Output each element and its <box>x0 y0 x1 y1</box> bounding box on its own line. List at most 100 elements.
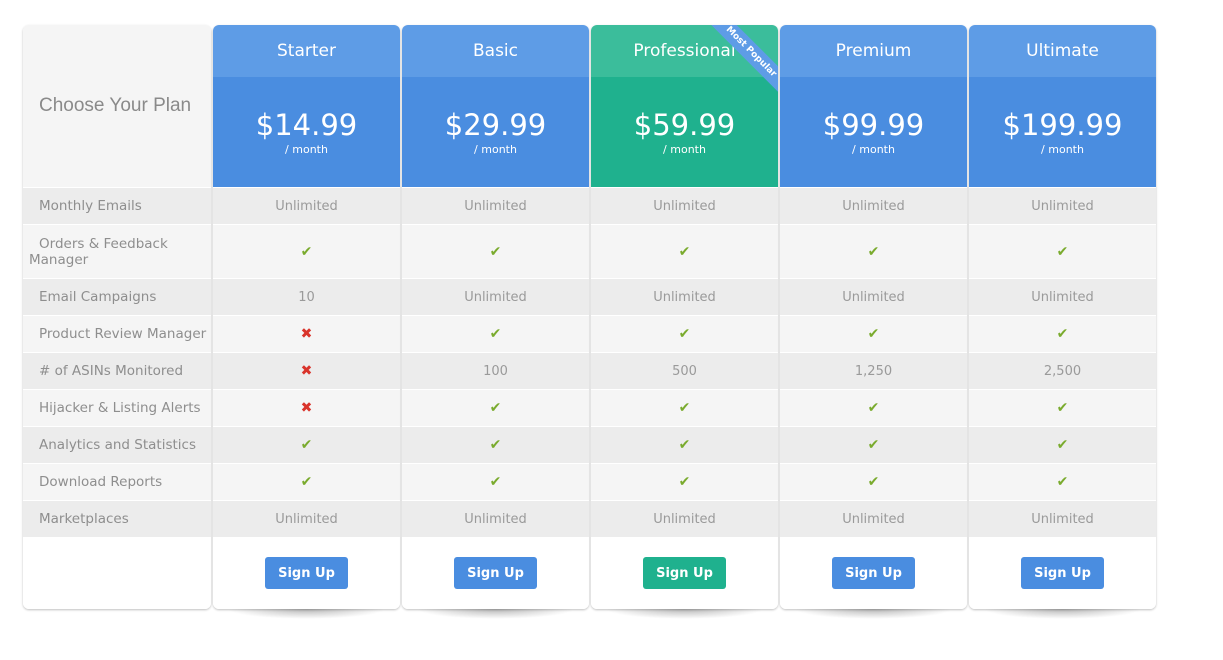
feature-cell: Unlimited <box>213 187 400 224</box>
check-icon: ✔ <box>1056 437 1069 453</box>
feature-cell: ✔ <box>780 389 967 426</box>
check-icon: ✔ <box>300 474 313 490</box>
sign-up-button-professional[interactable]: Sign Up <box>643 557 726 589</box>
check-icon: ✔ <box>678 474 691 490</box>
card-shadow <box>416 609 575 619</box>
feature-cell: ✔ <box>402 463 589 500</box>
feature-cell: Unlimited <box>591 278 778 315</box>
plan-footer: Sign Up <box>969 537 1156 609</box>
check-icon: ✔ <box>1056 400 1069 416</box>
feature-cell: ✔ <box>591 463 778 500</box>
feature-cell: ✔ <box>402 426 589 463</box>
check-icon: ✔ <box>300 243 313 260</box>
feature-cell: Unlimited <box>591 500 778 537</box>
plan-price-block: $14.99/ month <box>213 77 400 187</box>
check-icon: ✔ <box>1056 474 1069 490</box>
feature-cell: ✔ <box>402 224 589 278</box>
feature-cell: Unlimited <box>402 187 589 224</box>
feature-label: Email Campaigns <box>23 278 211 315</box>
feature-label: Orders & Feedback Manager <box>23 224 211 278</box>
plan-price-block: $99.99/ month <box>780 77 967 187</box>
feature-cell: Unlimited <box>213 500 400 537</box>
feature-cell: 10 <box>213 278 400 315</box>
plan-columns: Starter $14.99/ month Unlimited ✔ 10 ✖ ✖ ✖ ✔ ✔ Unl… <box>213 25 1156 619</box>
sign-up-button-premium[interactable]: Sign Up <box>832 557 915 589</box>
feature-cell: ✔ <box>213 426 400 463</box>
feature-cell: ✔ <box>591 315 778 352</box>
feature-cell: 1,250 <box>780 352 967 389</box>
feature-cell: ✔ <box>591 389 778 426</box>
cross-icon: ✖ <box>300 326 313 342</box>
feature-cell: ✔ <box>591 224 778 278</box>
feature-cell: Unlimited <box>780 500 967 537</box>
plan-period: / month <box>1041 142 1084 156</box>
check-icon: ✔ <box>867 326 880 342</box>
feature-cell: Unlimited <box>969 187 1156 224</box>
feature-label: Download Reports <box>23 463 211 500</box>
check-icon: ✔ <box>1056 243 1069 260</box>
plan-name: Starter <box>213 25 400 77</box>
ribbon: Most Popular <box>698 25 778 105</box>
plan-footer: Sign Up <box>402 537 589 609</box>
plan-column-basic: Basic $29.99/ month Unlimited ✔ Unlimited ✔ 10… <box>402 25 589 619</box>
feature-label-card: Choose Your Plan Monthly Emails Orders &… <box>23 25 211 609</box>
check-icon: ✔ <box>489 474 502 490</box>
plan-name: Ultimate <box>969 25 1156 77</box>
check-icon: ✔ <box>489 400 502 416</box>
check-icon: ✔ <box>489 243 502 260</box>
plan-price: $99.99 <box>822 107 925 142</box>
feature-label: Monthly Emails <box>23 187 211 224</box>
plan-card: Starter $14.99/ month Unlimited ✔ 10 ✖ ✖ ✖ ✔ ✔ Unl… <box>213 25 400 609</box>
cross-icon: ✖ <box>300 400 313 416</box>
check-icon: ✔ <box>678 243 691 260</box>
feature-cell: ✔ <box>969 224 1156 278</box>
empty-footer <box>23 537 211 609</box>
plan-column-professional: Professional $59.99/ month Unlimited ✔ Unlim… <box>591 25 778 619</box>
check-icon: ✔ <box>678 437 691 453</box>
cross-icon: ✖ <box>300 363 313 379</box>
check-icon: ✔ <box>867 243 880 260</box>
feature-cell: ✔ <box>780 315 967 352</box>
check-icon: ✔ <box>867 400 880 416</box>
plan-price: $59.99 <box>633 107 736 142</box>
feature-label: Marketplaces <box>23 500 211 537</box>
plan-column-premium: Premium $99.99/ month Unlimited ✔ Unlimited ✔… <box>780 25 967 619</box>
feature-cell: ✔ <box>969 426 1156 463</box>
plan-card: Premium $99.99/ month Unlimited ✔ Unlimited ✔… <box>780 25 967 609</box>
card-shadow <box>227 609 386 619</box>
feature-label: Product Review Manager <box>23 315 211 352</box>
check-icon: ✔ <box>678 326 691 342</box>
feature-cell: ✔ <box>969 315 1156 352</box>
sign-up-button-ultimate[interactable]: Sign Up <box>1021 557 1104 589</box>
most-popular-badge: Most Popular <box>705 25 778 98</box>
check-icon: ✔ <box>867 474 880 490</box>
check-icon: ✔ <box>489 326 502 342</box>
feature-cell: ✔ <box>402 315 589 352</box>
feature-cell: Unlimited <box>402 278 589 315</box>
feature-label: Hijacker & Listing Alerts <box>23 389 211 426</box>
feature-cell: ✔ <box>213 224 400 278</box>
card-shadow <box>605 609 764 619</box>
feature-cell: ✔ <box>402 389 589 426</box>
check-icon: ✔ <box>867 437 880 453</box>
card-shadow <box>794 609 953 619</box>
feature-cell: ✔ <box>780 426 967 463</box>
feature-cell: ✖ <box>213 352 400 389</box>
sign-up-button-basic[interactable]: Sign Up <box>454 557 537 589</box>
feature-cell: Unlimited <box>402 500 589 537</box>
feature-cell: Unlimited <box>969 500 1156 537</box>
plan-column-ultimate: Ultimate $199.99/ month Unlimited ✔ Unlimite… <box>969 25 1156 619</box>
feature-label-column: Choose Your Plan Monthly Emails Orders &… <box>23 25 211 609</box>
plan-period: / month <box>852 142 895 156</box>
feature-cell: ✔ <box>780 463 967 500</box>
feature-cell: Unlimited <box>780 187 967 224</box>
plan-name: Premium <box>780 25 967 77</box>
feature-cell: ✔ <box>969 389 1156 426</box>
feature-cell: 2,500 <box>969 352 1156 389</box>
plan-footer: Sign Up <box>591 537 778 609</box>
plan-card: Professional $59.99/ month Unlimited ✔ Unlim… <box>591 25 778 609</box>
plan-price: $29.99 <box>444 107 547 142</box>
plan-footer: Sign Up <box>213 537 400 609</box>
plan-price: $14.99 <box>255 107 358 142</box>
sign-up-button-starter[interactable]: Sign Up <box>265 557 348 589</box>
